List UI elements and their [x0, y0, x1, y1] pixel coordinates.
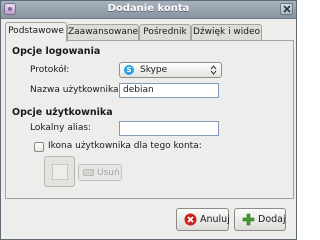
tab-label: Podstawowe [8, 26, 64, 36]
protocol-combobox[interactable]: S Skype [119, 62, 222, 78]
tab-page-basic: Opcje logowania Protokół: S Skype Nazwa … [5, 40, 294, 199]
username-label: Nazwa użytkownika: [30, 85, 122, 95]
add-button-label: Dodaj [258, 214, 286, 225]
tab-label: Dźwięk i wideo [192, 27, 261, 37]
tab-posrednik[interactable]: Pośrednik [139, 24, 191, 41]
alias-label: Lokalny alias: [30, 123, 92, 133]
cancel-button-label: Anuluj [200, 214, 230, 225]
login-options-heading: Opcje logowania [12, 46, 101, 57]
user-icon-button[interactable] [44, 156, 75, 187]
add-button[interactable]: Dodaj [234, 208, 286, 231]
plus-icon [242, 213, 255, 226]
remove-button-label: Usuń [97, 168, 120, 178]
chevron-updown-icon [210, 65, 217, 75]
tab-label: Zaawansowane [68, 27, 139, 37]
username-input[interactable]: debian [119, 83, 219, 98]
tab-label: Pośrednik [143, 27, 187, 37]
skype-icon: S [124, 65, 134, 75]
title-bar[interactable]: Dodanie konta [1, 1, 296, 19]
user-options-heading: Opcje użytkownika [12, 107, 113, 118]
avatar [52, 164, 68, 180]
cancel-icon [184, 213, 197, 226]
remove-icon-button[interactable]: Usuń [78, 164, 122, 181]
cancel-button[interactable]: Anuluj [176, 208, 230, 231]
tab-zaawansowane[interactable]: Zaawansowane [67, 24, 139, 41]
icon-checkbox[interactable] [34, 142, 44, 152]
close-button[interactable] [280, 3, 293, 15]
remove-icon [83, 169, 94, 176]
close-icon [283, 5, 291, 13]
alias-input[interactable] [119, 121, 219, 136]
dialog-window: Dodanie konta Podstawowe Zaawansowane Po… [0, 0, 297, 240]
tab-dzwiek-i-wideo[interactable]: Dźwięk i wideo [191, 24, 262, 41]
icon-checkbox-label[interactable]: Ikona użytkownika dla tego konta: [48, 141, 202, 151]
tab-podstawowe[interactable]: Podstawowe [5, 22, 67, 42]
window-title: Dodanie konta [107, 3, 190, 14]
protocol-label: Protokół: [30, 65, 70, 75]
protocol-value: Skype [140, 65, 168, 75]
